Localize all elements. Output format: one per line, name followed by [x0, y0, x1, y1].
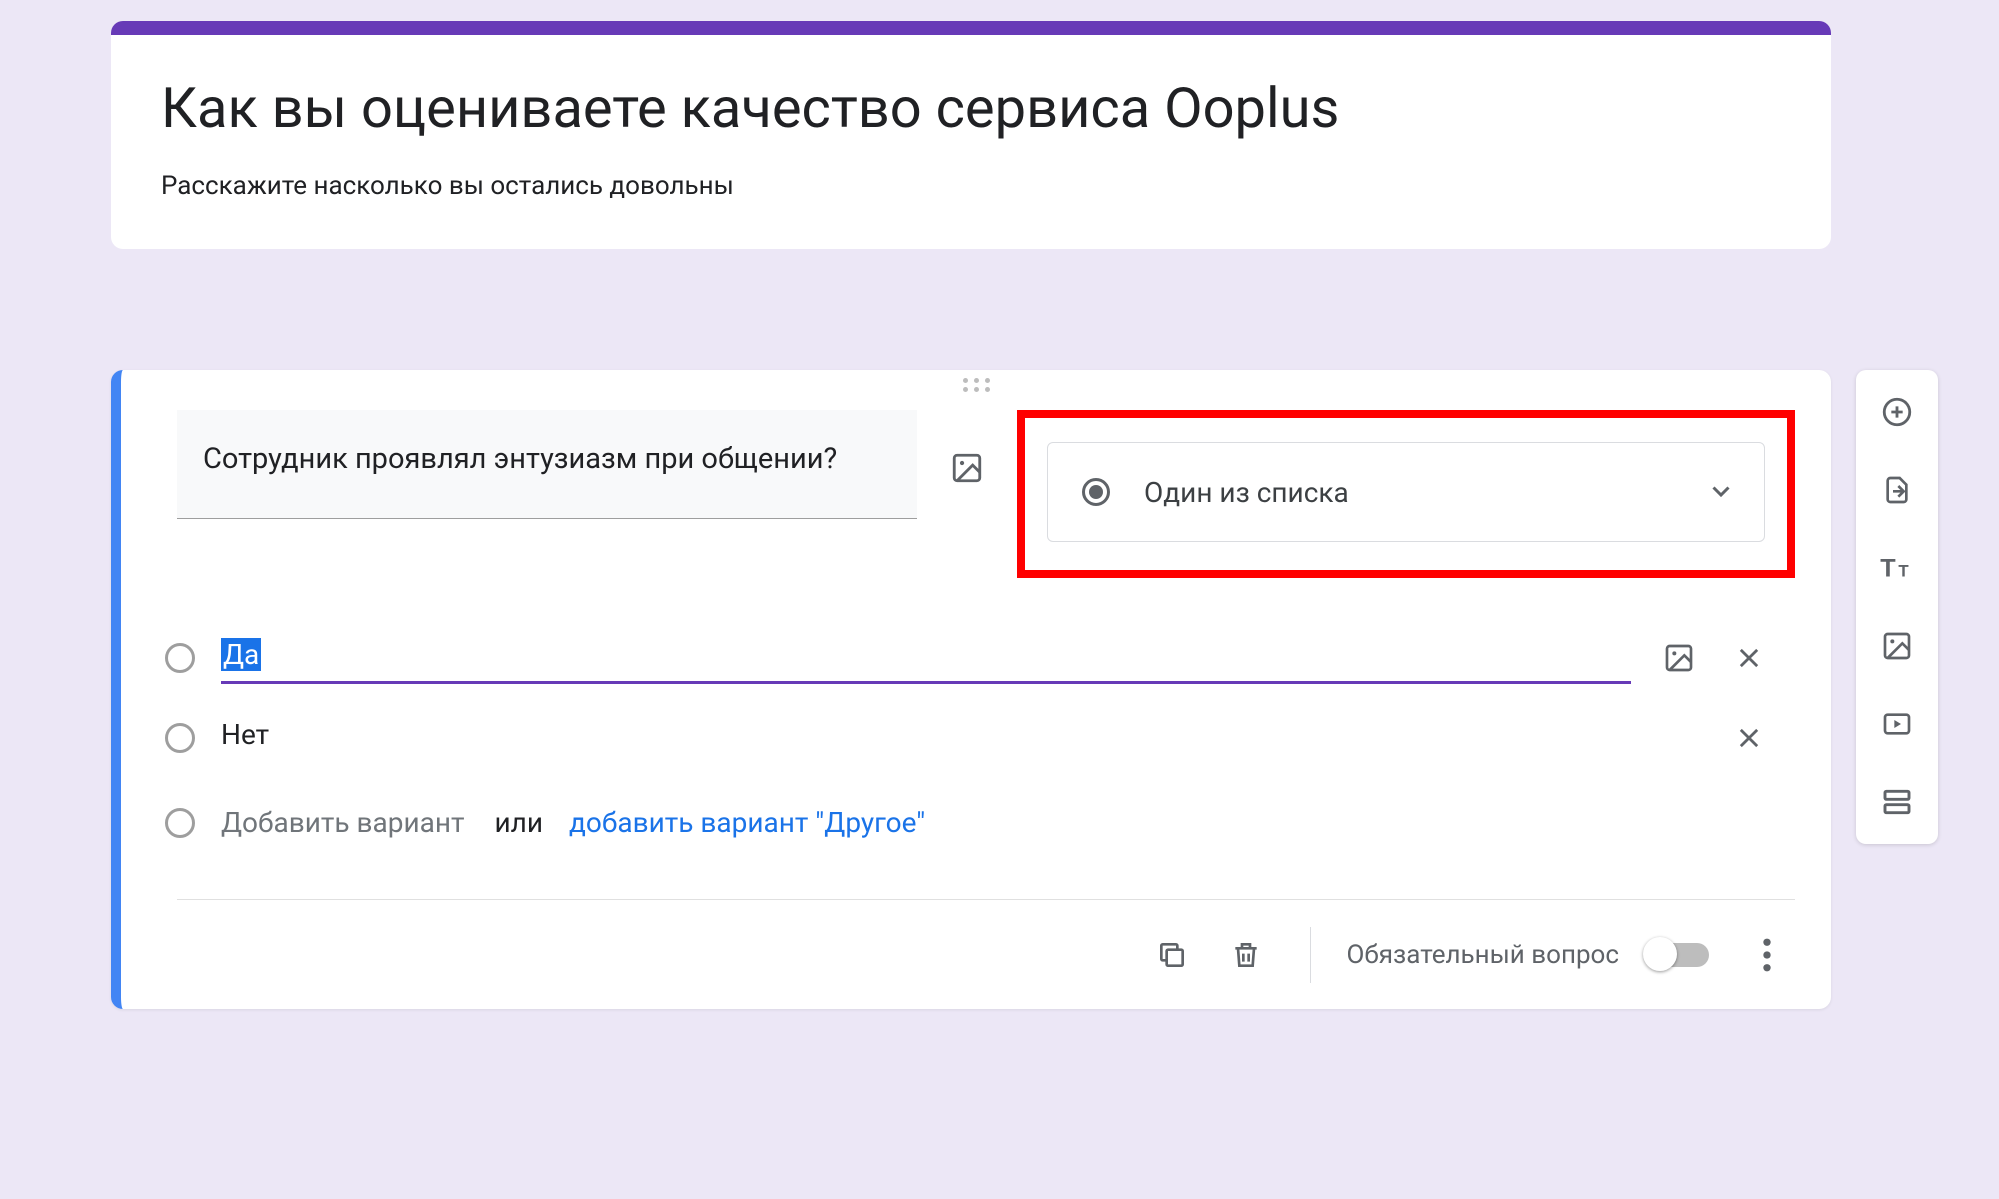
required-toggle[interactable]: [1645, 943, 1709, 967]
import-questions-button[interactable]: [1869, 462, 1925, 518]
close-icon: [1735, 644, 1763, 672]
options-list: Да Нет Добавить вариант или добавить вар…: [121, 578, 1831, 879]
question-type-label: Один из списка: [1144, 476, 1678, 509]
radio-icon: [165, 723, 195, 753]
option-input[interactable]: Нет: [221, 712, 1631, 764]
section-icon: [1881, 786, 1913, 818]
import-icon: [1881, 474, 1913, 506]
add-option-image-button[interactable]: [1657, 636, 1701, 680]
svg-text:T: T: [1880, 554, 1896, 582]
radio-icon: [165, 808, 195, 838]
remove-option-button[interactable]: [1727, 636, 1771, 680]
chevron-down-icon: [1712, 486, 1730, 498]
delete-button[interactable]: [1218, 927, 1274, 983]
question-footer: Обязательный вопрос: [177, 899, 1795, 1009]
image-icon: [950, 451, 984, 485]
add-option-placeholder[interactable]: Добавить вариант: [221, 806, 465, 839]
close-icon: [1735, 724, 1763, 752]
remove-option-button[interactable]: [1727, 716, 1771, 760]
required-label: Обязательный вопрос: [1347, 940, 1619, 970]
add-section-button[interactable]: [1869, 774, 1925, 830]
highlight-annotation: Один из списка: [1017, 410, 1795, 578]
radio-icon: [165, 643, 195, 673]
add-circle-icon: [1880, 395, 1914, 429]
form-description[interactable]: Расскажите насколько вы остались довольн…: [161, 171, 1781, 201]
trash-icon: [1230, 939, 1262, 971]
question-type-dropdown[interactable]: Один из списка: [1047, 442, 1765, 542]
question-text-input[interactable]: Сотрудник проявлял энтузиазм при общении…: [177, 410, 917, 519]
add-other-option-link[interactable]: добавить вариант "Другое": [569, 806, 925, 839]
more-options-button[interactable]: [1739, 927, 1795, 983]
drag-handle-icon[interactable]: [961, 378, 991, 392]
svg-text:T: T: [1898, 561, 1909, 580]
title-icon: TT: [1880, 554, 1914, 582]
add-question-image-button[interactable]: [945, 446, 989, 490]
form-header-card: Как вы оцениваете качество сервиса Ooplu…: [111, 21, 1831, 249]
image-icon: [1663, 642, 1695, 674]
option-row: Да: [165, 618, 1771, 698]
radio-icon: [1082, 478, 1110, 506]
add-option-or-text: или: [495, 806, 544, 839]
form-title[interactable]: Как вы оцениваете качество сервиса Ooplu…: [161, 75, 1781, 141]
option-input[interactable]: Да: [221, 632, 1631, 684]
add-video-button[interactable]: [1869, 696, 1925, 752]
image-icon: [1881, 630, 1913, 662]
question-card: Сотрудник проявлял энтузиазм при общении…: [111, 370, 1831, 1009]
add-question-button[interactable]: [1869, 384, 1925, 440]
more-vert-icon: [1762, 938, 1772, 972]
option-row: Нет: [165, 698, 1771, 778]
add-title-button[interactable]: TT: [1869, 540, 1925, 596]
duplicate-button[interactable]: [1144, 927, 1200, 983]
video-icon: [1881, 708, 1913, 740]
copy-icon: [1156, 939, 1188, 971]
floating-toolbar: TT: [1856, 370, 1938, 844]
divider: [1310, 927, 1311, 983]
add-image-button[interactable]: [1869, 618, 1925, 674]
add-option-row: Добавить вариант или добавить вариант "Д…: [165, 778, 1771, 879]
